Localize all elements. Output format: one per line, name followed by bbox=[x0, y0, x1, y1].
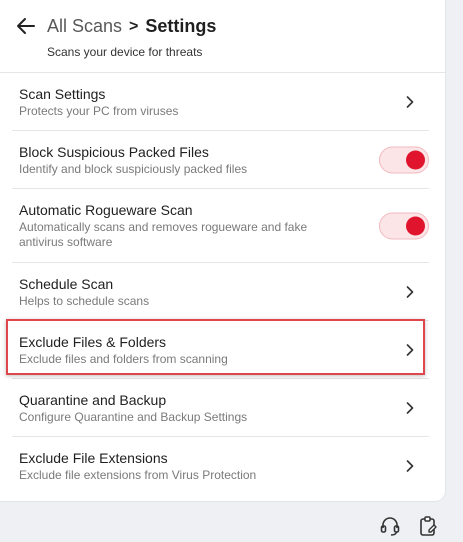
back-arrow-icon[interactable] bbox=[14, 14, 38, 38]
setting-row-block-suspicious-packed-files: Block Suspicious Packed Files Identify a… bbox=[12, 131, 429, 189]
breadcrumb-separator: > bbox=[129, 17, 139, 35]
setting-row-quarantine-backup[interactable]: Quarantine and Backup Configure Quaranti… bbox=[12, 379, 429, 437]
setting-description: Helps to schedule scans bbox=[19, 294, 150, 308]
page-title: Settings bbox=[145, 16, 217, 36]
page-header: All Scans > Settings Scans your device f… bbox=[0, 0, 445, 73]
footer-toolbar bbox=[379, 515, 439, 537]
chevron-right-icon[interactable] bbox=[403, 285, 417, 299]
setting-title: Exclude Files & Folders bbox=[19, 334, 167, 350]
toggle-knob bbox=[406, 216, 425, 235]
setting-row-exclude-file-extensions[interactable]: Exclude File Extensions Exclude file ext… bbox=[12, 437, 429, 495]
rogueware-scan-toggle[interactable] bbox=[379, 212, 429, 239]
setting-description: Exclude file extensions from Virus Prote… bbox=[19, 468, 257, 482]
setting-title: Automatic Rogueware Scan bbox=[19, 202, 193, 218]
clipboard-icon[interactable] bbox=[417, 515, 439, 537]
setting-description: Protects your PC from viruses bbox=[19, 104, 179, 118]
settings-panel: All Scans > Settings Scans your device f… bbox=[0, 0, 445, 501]
setting-row-schedule-scan[interactable]: Schedule Scan Helps to schedule scans bbox=[12, 263, 429, 321]
setting-title: Schedule Scan bbox=[19, 276, 114, 292]
chevron-right-icon[interactable] bbox=[403, 343, 417, 357]
block-packed-files-toggle[interactable] bbox=[379, 146, 429, 173]
toggle-knob bbox=[406, 150, 425, 169]
breadcrumb: All Scans > Settings bbox=[47, 16, 216, 37]
setting-description: Automatically scans and removes roguewar… bbox=[19, 220, 308, 249]
chevron-right-icon[interactable] bbox=[403, 459, 417, 473]
setting-description: Configure Quarantine and Backup Settings bbox=[19, 410, 248, 424]
setting-description: Identify and block suspiciously packed f… bbox=[19, 162, 248, 176]
setting-row-automatic-rogueware-scan: Automatic Rogueware Scan Automatically s… bbox=[12, 189, 429, 263]
setting-title: Block Suspicious Packed Files bbox=[19, 144, 209, 160]
breadcrumb-all-scans[interactable]: All Scans bbox=[47, 16, 122, 37]
chevron-right-icon[interactable] bbox=[403, 95, 417, 109]
setting-title: Quarantine and Backup bbox=[19, 392, 167, 408]
setting-title: Exclude File Extensions bbox=[19, 450, 168, 466]
chevron-right-icon[interactable] bbox=[403, 401, 417, 415]
setting-title: Scan Settings bbox=[19, 86, 106, 102]
settings-list: Scan Settings Protects your PC from viru… bbox=[0, 73, 445, 495]
setting-row-scan-settings[interactable]: Scan Settings Protects your PC from viru… bbox=[12, 73, 429, 131]
support-headset-icon[interactable] bbox=[379, 515, 401, 537]
setting-description: Exclude files and folders from scanning bbox=[19, 352, 228, 366]
page-subtitle: Scans your device for threats bbox=[47, 45, 203, 59]
setting-row-exclude-files-folders[interactable]: Exclude Files & Folders Exclude files an… bbox=[12, 321, 429, 379]
